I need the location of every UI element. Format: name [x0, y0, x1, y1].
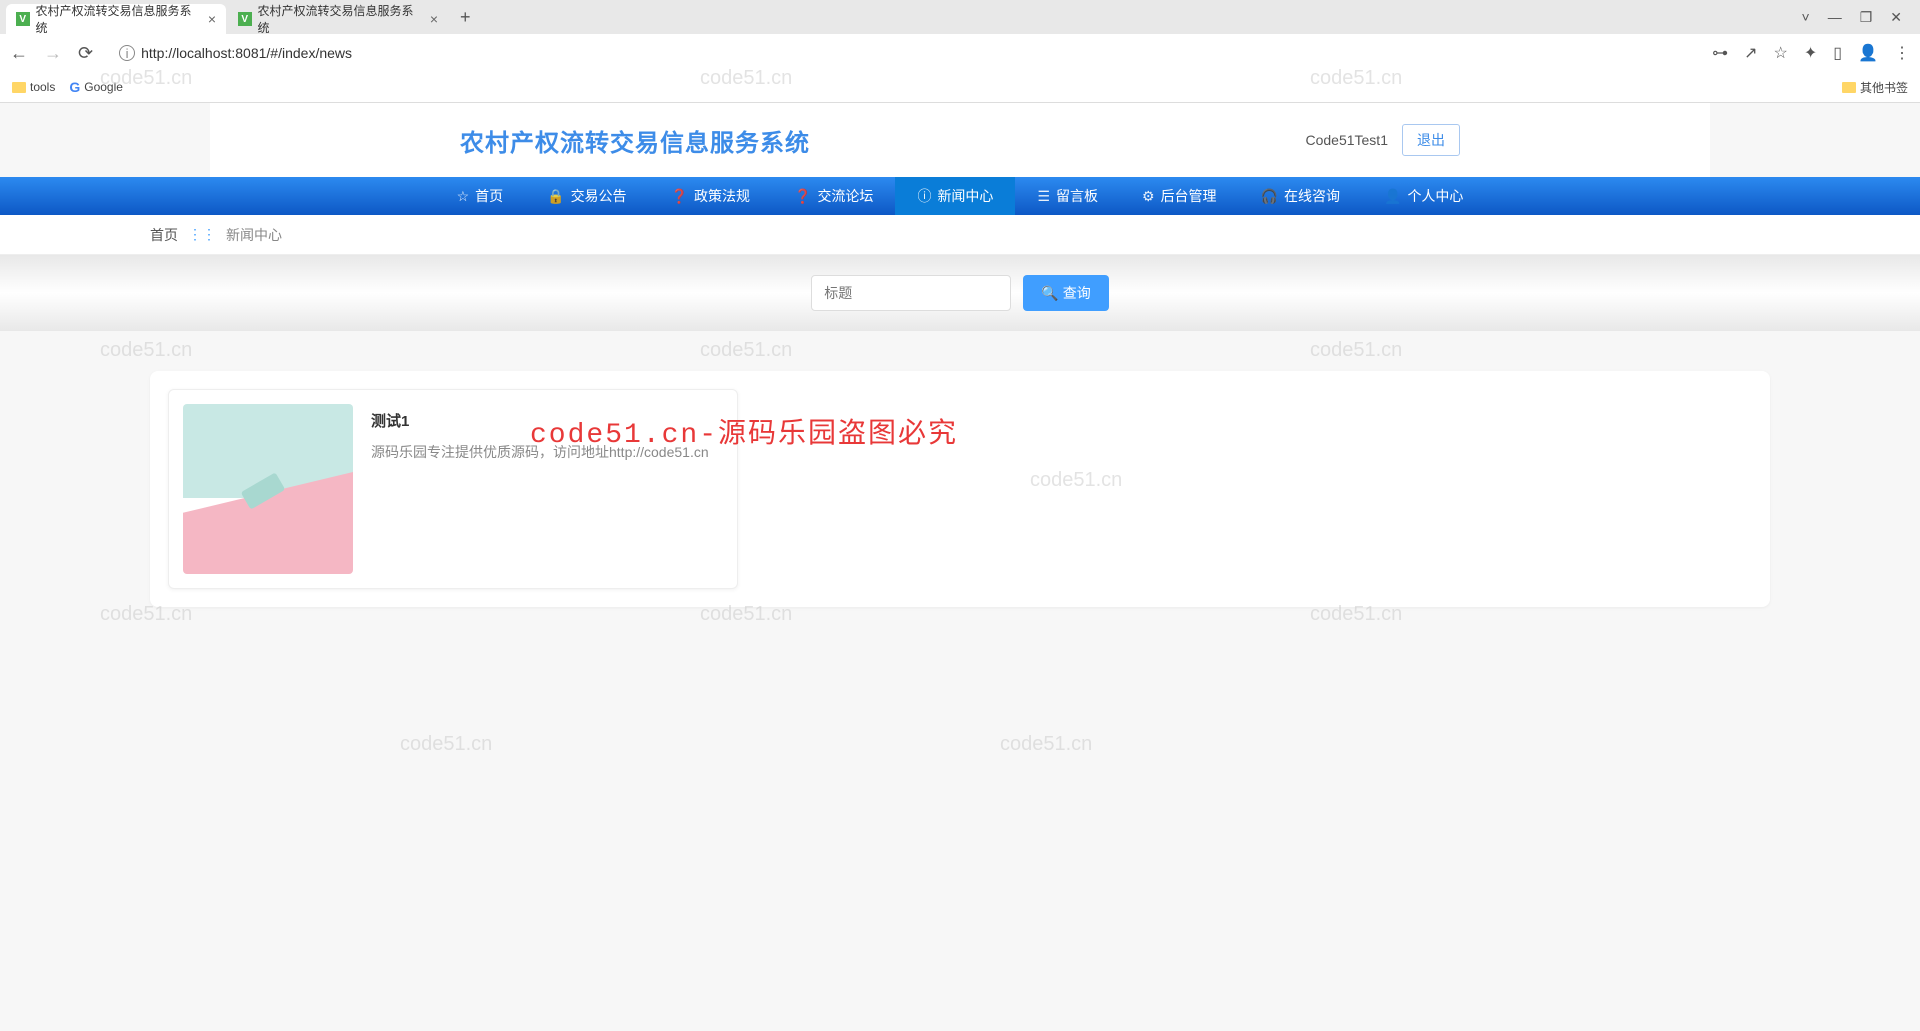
- site-header: 农村产权流转交易信息服务系统 Code51Test1 退出: [210, 103, 1710, 177]
- nav-label: 交流论坛: [817, 186, 873, 206]
- user-area: Code51Test1 退出: [1305, 124, 1460, 156]
- nav-icon: 👤: [1384, 188, 1401, 205]
- folder-icon: [1842, 82, 1856, 93]
- nav-label: 政策法规: [694, 186, 750, 206]
- vue-icon: V: [238, 12, 252, 26]
- breadcrumb-sep-icon: ⋮⋮: [188, 226, 216, 243]
- nav-icon: 🔒: [547, 188, 564, 205]
- reload-button[interactable]: ⟳: [78, 43, 93, 64]
- info-icon[interactable]: i: [119, 45, 135, 61]
- site-logo: 农村产权流转交易信息服务系统: [460, 123, 810, 158]
- close-icon[interactable]: ×: [208, 11, 216, 27]
- nav-item-5[interactable]: ☰ 留言板: [1015, 177, 1120, 215]
- watermark: code51.cn: [400, 733, 492, 756]
- profile-icon[interactable]: 👤: [1858, 43, 1878, 63]
- nav-item-0[interactable]: ☆ 首页: [435, 177, 526, 215]
- news-title: 测试1: [371, 410, 723, 431]
- nav-item-3[interactable]: ❓ 交流论坛: [772, 177, 895, 215]
- username-label: Code51Test1: [1305, 132, 1388, 148]
- window-controls: ˅ — ❐ ✕: [1802, 9, 1914, 26]
- content-area: 测试1 源码乐园专注提供优质源码，访问地址http://code51.cn: [0, 331, 1920, 647]
- google-icon: G: [69, 79, 80, 95]
- close-icon[interactable]: ×: [430, 11, 438, 27]
- page-body: 农村产权流转交易信息服务系统 Code51Test1 退出 ☆ 首页 🔒 交易公告 ❓ 政…: [0, 103, 1920, 1031]
- nav-icon: ❓: [671, 188, 688, 205]
- nav-label: 在线咨询: [1284, 186, 1340, 206]
- news-card[interactable]: 测试1 源码乐园专注提供优质源码，访问地址http://code51.cn: [168, 389, 738, 589]
- nav-icon: 🎧: [1261, 188, 1278, 205]
- bookmark-other[interactable]: 其他书签: [1842, 79, 1908, 96]
- url-text: http://localhost:8081/#/index/news: [141, 45, 352, 61]
- news-image: [183, 404, 353, 574]
- key-icon[interactable]: ⊶: [1712, 43, 1728, 63]
- search-icon: 🔍: [1041, 285, 1058, 302]
- nav-item-1[interactable]: 🔒 交易公告: [525, 177, 648, 215]
- breadcrumb-home[interactable]: 首页: [150, 225, 178, 245]
- search-bar: 🔍查询: [0, 255, 1920, 331]
- star-icon[interactable]: ☆: [1774, 43, 1788, 63]
- nav-item-8[interactable]: 👤 个人中心: [1362, 177, 1485, 215]
- bookmarks-bar: tools GGoogle 其他书签: [0, 72, 1920, 102]
- browser-tab[interactable]: V 农村产权流转交易信息服务系统 ×: [228, 4, 448, 34]
- news-body: 测试1 源码乐园专注提供优质源码，访问地址http://code51.cn: [371, 404, 723, 574]
- share-icon[interactable]: ↗: [1744, 43, 1757, 63]
- new-tab-button[interactable]: +: [450, 7, 481, 28]
- search-button[interactable]: 🔍查询: [1023, 275, 1108, 311]
- tab-strip: V 农村产权流转交易信息服务系统 × V 农村产权流转交易信息服务系统 × + …: [0, 0, 1920, 34]
- vue-icon: V: [16, 12, 30, 26]
- maximize-icon[interactable]: ❐: [1860, 9, 1873, 26]
- logout-button[interactable]: 退出: [1402, 124, 1460, 156]
- minimize-icon[interactable]: —: [1828, 9, 1842, 26]
- news-list: 测试1 源码乐园专注提供优质源码，访问地址http://code51.cn: [150, 371, 1770, 607]
- url-bar[interactable]: i http://localhost:8081/#/index/news: [107, 38, 1698, 68]
- main-nav: ☆ 首页 🔒 交易公告 ❓ 政策法规 ❓ 交流论坛 ⓘ 新闻中心 ☰ 留言板 ⚙ 后台管理 🎧 在线咨询 👤 个人…: [0, 177, 1920, 215]
- nav-label: 后台管理: [1161, 186, 1217, 206]
- nav-icon: ⚙: [1142, 188, 1155, 205]
- tab-title: 农村产权流转交易信息服务系统: [36, 2, 198, 36]
- back-button[interactable]: ←: [10, 43, 28, 64]
- nav-icon: ☰: [1037, 188, 1050, 205]
- nav-label: 交易公告: [571, 186, 627, 206]
- footer-background: [0, 856, 1920, 1031]
- sidebar-icon[interactable]: ▯: [1833, 43, 1842, 63]
- breadcrumb: 首页 ⋮⋮ 新闻中心: [0, 215, 1920, 255]
- tab-title: 农村产权流转交易信息服务系统: [258, 2, 420, 36]
- news-description: 源码乐园专注提供优质源码，访问地址http://code51.cn: [371, 441, 723, 465]
- bookmark-google[interactable]: GGoogle: [69, 79, 123, 95]
- nav-item-4[interactable]: ⓘ 新闻中心: [895, 177, 1015, 215]
- nav-label: 留言板: [1056, 186, 1098, 206]
- browser-tab[interactable]: V 农村产权流转交易信息服务系统 ×: [6, 4, 226, 34]
- nav-icon: ☆: [457, 188, 470, 205]
- nav-item-2[interactable]: ❓ 政策法规: [649, 177, 772, 215]
- nav-item-7[interactable]: 🎧 在线咨询: [1239, 177, 1362, 215]
- browser-chrome: V 农村产权流转交易信息服务系统 × V 农村产权流转交易信息服务系统 × + …: [0, 0, 1920, 103]
- caret-down-icon[interactable]: ˅: [1802, 9, 1810, 26]
- browser-toolbar: ← → ⟳ i http://localhost:8081/#/index/ne…: [0, 34, 1920, 72]
- nav-label: 新闻中心: [937, 186, 993, 206]
- breadcrumb-current: 新闻中心: [226, 225, 282, 245]
- bookmark-tools[interactable]: tools: [12, 80, 55, 94]
- nav-item-6[interactable]: ⚙ 后台管理: [1120, 177, 1239, 215]
- folder-icon: [12, 82, 26, 93]
- nav-label: 首页: [475, 186, 503, 206]
- search-input[interactable]: [811, 275, 1011, 311]
- nav-icon: ⓘ: [917, 186, 931, 206]
- nav-icon: ❓: [794, 188, 811, 205]
- forward-button[interactable]: →: [44, 43, 62, 64]
- watermark: code51.cn: [1000, 733, 1092, 756]
- nav-label: 个人中心: [1407, 186, 1463, 206]
- close-window-icon[interactable]: ✕: [1890, 9, 1902, 26]
- extensions-icon[interactable]: ✦: [1804, 43, 1817, 63]
- menu-icon[interactable]: ⋮: [1894, 43, 1910, 63]
